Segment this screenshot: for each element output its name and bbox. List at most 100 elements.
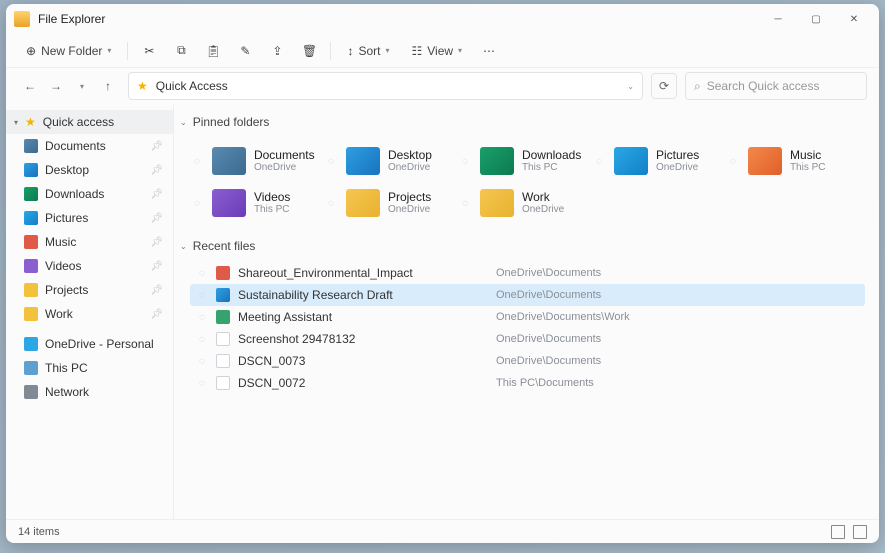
- file-icon: [216, 332, 230, 346]
- chevron-down-icon: ⌄: [180, 242, 187, 251]
- unpin-button[interactable]: ◌: [462, 156, 468, 167]
- star-icon: ★: [25, 115, 36, 129]
- folder-icon: [24, 307, 38, 321]
- pinned-folder[interactable]: ◌WorkOneDrive: [458, 182, 592, 224]
- app-icon: [14, 11, 30, 27]
- pin-icon: 📌︎: [150, 309, 163, 320]
- sidebar-item-label: Desktop: [45, 163, 89, 177]
- folder-location: OneDrive: [388, 204, 431, 215]
- paste-button[interactable]: 📋︎: [200, 38, 226, 64]
- cut-button[interactable]: ✂: [136, 38, 162, 64]
- rename-icon: ✎: [240, 44, 250, 58]
- unpin-button[interactable]: ◌: [194, 198, 200, 209]
- address-bar[interactable]: ★ Quick Access ⌄: [128, 72, 643, 100]
- sort-button[interactable]: ↕ Sort ▾: [339, 38, 397, 64]
- nav-row: ← → ▾ ↑ ★ Quick Access ⌄ ⟳ ⌕ Search Quic…: [6, 68, 879, 104]
- view-button[interactable]: ☷ View ▾: [403, 38, 470, 64]
- window-controls: ─ ▢ ✕: [761, 6, 871, 32]
- share-button[interactable]: ⇪: [264, 38, 290, 64]
- search-input[interactable]: ⌕ Search Quick access: [685, 72, 867, 100]
- new-folder-button[interactable]: ⊕ New Folder ▾: [18, 38, 119, 64]
- sidebar-item[interactable]: Music📌︎: [6, 230, 173, 254]
- recent-files-header[interactable]: ⌄ Recent files: [180, 234, 865, 258]
- recent-file-row[interactable]: ◌DSCN_0073OneDrive\Documents: [190, 350, 865, 372]
- copy-button[interactable]: ⧉: [168, 38, 194, 64]
- back-button[interactable]: ←: [18, 74, 42, 98]
- file-location: OneDrive\Documents: [496, 333, 601, 345]
- sidebar-quick-access[interactable]: ▾ ★ Quick access: [6, 110, 173, 134]
- titlebar: File Explorer ─ ▢ ✕: [6, 4, 879, 34]
- pinned-folder[interactable]: ◌ProjectsOneDrive: [324, 182, 458, 224]
- pinned-folder[interactable]: ◌MusicThis PC: [726, 140, 860, 182]
- recent-file-row[interactable]: ◌Screenshot 29478132OneDrive\Documents: [190, 328, 865, 350]
- close-button[interactable]: ✕: [837, 6, 871, 32]
- view-icon: ☷: [411, 44, 422, 58]
- delete-button[interactable]: 🗑︎: [296, 38, 322, 64]
- unpin-button[interactable]: ◌: [596, 156, 602, 167]
- folder-name: Videos: [254, 191, 290, 204]
- recent-locations-button[interactable]: ▾: [70, 74, 94, 98]
- refresh-button[interactable]: ⟳: [651, 73, 677, 99]
- plus-icon: ⊕: [26, 44, 36, 58]
- app-title: File Explorer: [38, 12, 105, 26]
- minimize-button[interactable]: ─: [761, 6, 795, 32]
- rename-button[interactable]: ✎: [232, 38, 258, 64]
- pinned-folder[interactable]: ◌DesktopOneDrive: [324, 140, 458, 182]
- file-name: DSCN_0073: [238, 354, 488, 368]
- details-view-button[interactable]: [831, 525, 845, 539]
- sidebar-item[interactable]: Work📌︎: [6, 302, 173, 326]
- sidebar-item[interactable]: Projects📌︎: [6, 278, 173, 302]
- folder-icon: [24, 187, 38, 201]
- maximize-button[interactable]: ▢: [799, 6, 833, 32]
- sidebar-item[interactable]: Documents📌︎: [6, 134, 173, 158]
- pinned-folder[interactable]: ◌PicturesOneDrive: [592, 140, 726, 182]
- sidebar-onedrive[interactable]: OneDrive - Personal: [6, 332, 173, 356]
- copy-icon: ⧉: [177, 43, 186, 58]
- toolbar: ⊕ New Folder ▾ ✂ ⧉ 📋︎ ✎ ⇪ 🗑︎ ↕ Sort ▾ ☷ …: [6, 34, 879, 68]
- unpin-button[interactable]: ◌: [328, 156, 334, 167]
- sidebar-item[interactable]: Downloads📌︎: [6, 182, 173, 206]
- file-icon: [216, 354, 230, 368]
- sidebar-item[interactable]: Videos📌︎: [6, 254, 173, 278]
- unpin-button[interactable]: ◌: [328, 198, 334, 209]
- file-icon: [216, 266, 230, 280]
- unpin-button[interactable]: ◌: [194, 156, 200, 167]
- recent-file-row[interactable]: ◌Sustainability Research DraftOneDrive\D…: [190, 284, 865, 306]
- recent-file-row[interactable]: ◌Shareout_Environmental_ImpactOneDrive\D…: [190, 262, 865, 284]
- pinned-folder[interactable]: ◌VideosThis PC: [190, 182, 324, 224]
- pinned-folder[interactable]: ◌DocumentsOneDrive: [190, 140, 324, 182]
- address-path: Quick Access: [156, 79, 228, 93]
- recent-file-row[interactable]: ◌DSCN_0072This PC\Documents: [190, 372, 865, 394]
- sidebar-item-label: Projects: [45, 283, 88, 297]
- chevron-down-icon: ▾: [80, 82, 84, 91]
- unpin-button[interactable]: ◌: [730, 156, 736, 167]
- sidebar-item[interactable]: Desktop📌︎: [6, 158, 173, 182]
- folder-name: Documents: [254, 149, 315, 162]
- share-status-icon: ◌: [196, 312, 208, 323]
- unpin-button[interactable]: ◌: [462, 198, 468, 209]
- chevron-down-icon: ⌄: [180, 118, 187, 127]
- recent-file-row[interactable]: ◌Meeting AssistantOneDrive\Documents\Wor…: [190, 306, 865, 328]
- sidebar-network[interactable]: Network: [6, 380, 173, 404]
- folder-icon: [24, 163, 38, 177]
- status-bar: 14 items: [6, 519, 879, 543]
- sort-icon: ↕: [347, 44, 353, 58]
- more-button[interactable]: ⋯: [476, 38, 502, 64]
- sidebar-item[interactable]: Pictures📌︎: [6, 206, 173, 230]
- sidebar-item-label: This PC: [45, 361, 88, 375]
- sidebar-this-pc[interactable]: This PC: [6, 356, 173, 380]
- pinned-folder[interactable]: ◌DownloadsThis PC: [458, 140, 592, 182]
- pin-icon: 📌︎: [150, 213, 163, 224]
- file-name: Shareout_Environmental_Impact: [238, 266, 488, 280]
- folder-icon: [24, 211, 38, 225]
- folder-icon: [346, 147, 380, 175]
- sidebar-item-label: Downloads: [45, 187, 104, 201]
- section-label: Recent files: [193, 239, 256, 253]
- pinned-folders-header[interactable]: ⌄ Pinned folders: [180, 110, 865, 134]
- large-icons-view-button[interactable]: [853, 525, 867, 539]
- folder-location: OneDrive: [388, 162, 432, 173]
- forward-button[interactable]: →: [44, 74, 68, 98]
- pc-icon: [24, 361, 38, 375]
- window: File Explorer ─ ▢ ✕ ⊕ New Folder ▾ ✂ ⧉ 📋…: [6, 4, 879, 543]
- up-button[interactable]: ↑: [96, 74, 120, 98]
